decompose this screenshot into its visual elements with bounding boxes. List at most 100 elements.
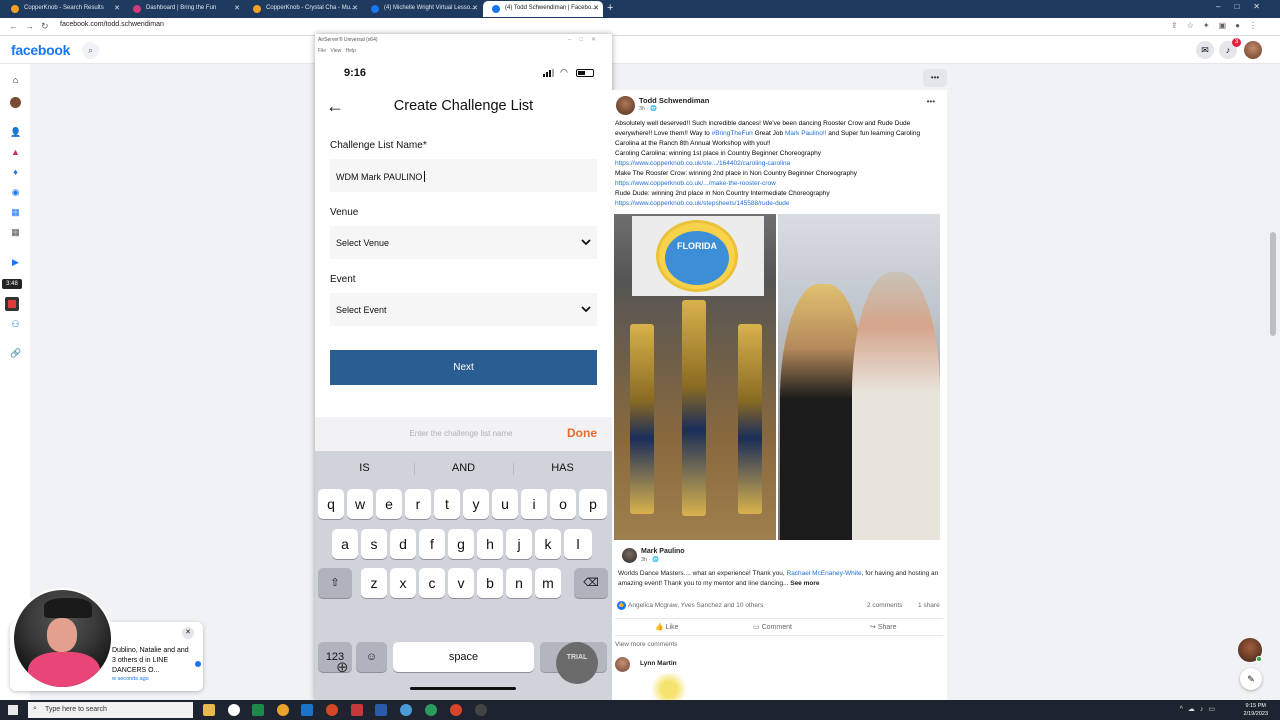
mention-link[interactable]: Rachael McEnaney-White <box>786 570 861 577</box>
key-y[interactable]: y <box>463 489 489 519</box>
close-icon[interactable]: ✕ <box>593 4 599 12</box>
shift-key-icon[interactable]: ⇧ <box>318 568 352 598</box>
chrome-profile-icon[interactable] <box>450 704 462 716</box>
groups-icon[interactable]: ◉ <box>10 187 21 198</box>
stop-recording-icon[interactable] <box>5 297 19 311</box>
share-button[interactable]: ↪ Share <box>870 623 897 631</box>
key-j[interactable]: j <box>506 529 532 559</box>
chrome-icon[interactable] <box>228 704 240 716</box>
rooster-link[interactable]: https://www.copperknob.co.uk/.../make-th… <box>615 180 776 187</box>
tab-michelle-wright[interactable]: (4) Michelle Wright Virtual Lesso... ✕ <box>362 1 482 17</box>
venue-select[interactable]: Select Venue <box>330 226 597 259</box>
taskbar-search[interactable]: ⌕ Type here to search <box>28 702 193 718</box>
key-l[interactable]: l <box>564 529 592 559</box>
tab-dashboard[interactable]: Dashboard | Bring the Fun ✕ <box>124 1 244 17</box>
close-icon[interactable]: ✕ <box>352 4 358 12</box>
key-z[interactable]: z <box>361 568 387 598</box>
suggestion-and[interactable]: AND <box>414 457 513 479</box>
menu-file[interactable]: File <box>318 48 326 54</box>
key-c[interactable]: c <box>419 568 445 598</box>
key-t[interactable]: t <box>434 489 460 519</box>
friends-icon[interactable]: 👤 <box>10 127 21 138</box>
key-g[interactable]: g <box>448 529 474 559</box>
app-icon[interactable] <box>425 704 437 716</box>
shared-author-avatar[interactable] <box>622 548 637 563</box>
reaction-names[interactable]: Angelica Mcgraw, Yves Sanchez and 10 oth… <box>628 602 763 609</box>
key-s[interactable]: s <box>361 529 387 559</box>
home-indicator[interactable] <box>410 687 516 690</box>
acrobat-icon[interactable] <box>351 704 363 716</box>
video-icon[interactable]: ▶ <box>10 257 21 268</box>
word-icon[interactable] <box>375 704 387 716</box>
rude-dude-link[interactable]: https://www.copperknob.co.uk/stepsheets/… <box>615 200 790 207</box>
key-f[interactable]: f <box>419 529 445 559</box>
key-k[interactable]: k <box>535 529 561 559</box>
space-key[interactable]: space <box>393 642 534 672</box>
apps-grid-icon[interactable]: ▦ <box>10 227 21 238</box>
page-scrollbar[interactable] <box>1270 232 1276 336</box>
trophies-photo[interactable]: FLORIDA <box>614 214 776 540</box>
close-icon[interactable]: ✕ <box>182 627 194 639</box>
saved-icon[interactable]: ♦ <box>10 167 21 178</box>
more-icon[interactable]: ••• <box>927 97 935 106</box>
key-o[interactable]: o <box>550 489 576 519</box>
home-icon[interactable]: ⌂ <box>10 75 21 86</box>
key-r[interactable]: r <box>405 489 431 519</box>
back-icon[interactable]: ← <box>9 21 18 31</box>
window-controls[interactable]: –□✕ <box>568 36 604 43</box>
forward-icon[interactable]: → <box>25 21 34 31</box>
key-p[interactable]: p <box>579 489 607 519</box>
excel-icon[interactable] <box>252 704 264 716</box>
mention-link[interactable]: Mark Paulino!! <box>785 130 827 137</box>
close-icon[interactable]: ✕ <box>114 4 120 12</box>
tab-copperknob-search[interactable]: CopperKnob - Search Results ✕ <box>2 1 124 17</box>
done-button[interactable]: Done <box>567 426 597 440</box>
view-more-comments[interactable]: View more comments <box>615 641 677 648</box>
airserver-icon[interactable] <box>301 704 313 716</box>
system-tray-icons[interactable]: ^☁♪▭ <box>1180 705 1220 713</box>
close-icon[interactable]: ✕ <box>472 4 478 12</box>
key-v[interactable]: v <box>448 568 474 598</box>
new-tab-icon[interactable]: + <box>607 2 613 14</box>
commenter-avatar[interactable] <box>615 657 630 672</box>
obs-icon[interactable] <box>475 704 487 716</box>
commenter-name[interactable]: Lynn Martin <box>640 660 677 667</box>
memories-icon[interactable]: ▲ <box>10 147 21 158</box>
file-explorer-icon[interactable] <box>203 704 215 716</box>
profile-more-button[interactable]: ••• <box>923 69 947 87</box>
profile-avatar-icon[interactable] <box>10 97 21 108</box>
challenge-list-name-input[interactable]: WDM Mark PAULINO <box>330 159 597 192</box>
shared-author[interactable]: Mark Paulino <box>641 548 685 555</box>
key-d[interactable]: d <box>390 529 416 559</box>
key-e[interactable]: e <box>376 489 402 519</box>
close-icon[interactable]: ✕ <box>234 4 240 12</box>
globe-icon[interactable]: ⊕ <box>336 658 349 676</box>
key-x[interactable]: x <box>390 568 416 598</box>
community-icon[interactable]: ⚇ <box>10 319 21 330</box>
suggestion-has[interactable]: HAS <box>513 457 612 479</box>
event-select[interactable]: Select Event <box>330 293 597 326</box>
edge-icon[interactable] <box>400 704 412 716</box>
toolbar-extension-icons[interactable]: ⇪☆✦▣●⋮ <box>1171 21 1266 30</box>
delete-key-icon[interactable]: ⌫ <box>574 568 608 598</box>
link-icon[interactable]: 🔗 <box>10 348 21 359</box>
marketplace-icon[interactable]: ▦ <box>10 207 21 218</box>
new-message-icon[interactable]: ✎ <box>1240 668 1262 690</box>
account-avatar[interactable] <box>1244 41 1262 59</box>
comments-count[interactable]: 2 comments <box>867 602 902 609</box>
tab-todd-schwendiman[interactable]: (4) Todd Schwendiman | Facebo... ✕ <box>483 1 603 17</box>
dancers-photo[interactable] <box>778 214 940 540</box>
address-bar[interactable]: facebook.com/todd.schwendiman <box>60 21 164 28</box>
emoji-key-icon[interactable]: ☺ <box>356 642 387 672</box>
browser-icon[interactable] <box>277 704 289 716</box>
key-u[interactable]: u <box>492 489 518 519</box>
next-button[interactable]: Next <box>330 350 597 385</box>
see-more-link[interactable]: See more <box>790 580 819 587</box>
reload-icon[interactable]: ↻ <box>41 21 49 32</box>
menu-help[interactable]: Help <box>346 48 356 54</box>
key-m[interactable]: m <box>535 568 561 598</box>
tab-crystal-cha[interactable]: CopperKnob - Crystal Cha - Mu... ✕ <box>244 1 362 17</box>
key-b[interactable]: b <box>477 568 503 598</box>
key-h[interactable]: h <box>477 529 503 559</box>
key-q[interactable]: q <box>318 489 344 519</box>
